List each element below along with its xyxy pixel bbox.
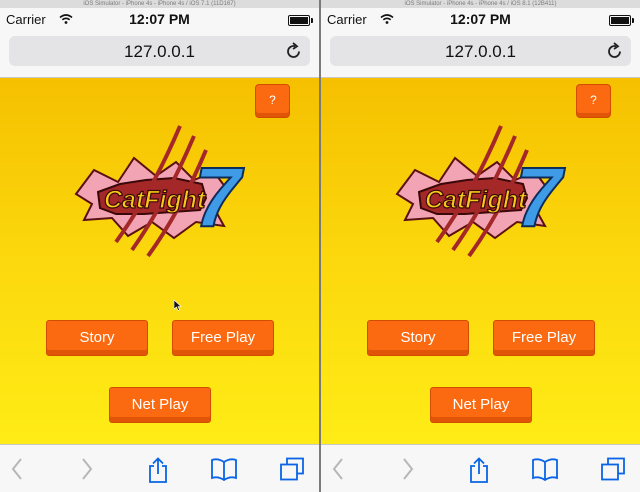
- story-button[interactable]: Story: [367, 320, 469, 356]
- net-play-button[interactable]: Net Play: [430, 387, 532, 423]
- battery-icon: [609, 15, 634, 26]
- free-play-button[interactable]: Free Play: [493, 320, 595, 356]
- tabs-icon[interactable]: [600, 457, 626, 481]
- status-bar: Carrier 12:07 PM: [0, 8, 319, 30]
- logo-text: CatFight: [104, 186, 207, 214]
- safari-nav-bar: 127.0.0.1: [321, 30, 640, 78]
- reload-icon[interactable]: [286, 42, 302, 60]
- share-icon[interactable]: [468, 457, 490, 483]
- forward-icon[interactable]: [80, 457, 94, 481]
- simulator-title: iOS Simulator - iPhone 4s - iPhone 4s / …: [321, 0, 640, 8]
- forward-icon[interactable]: [401, 457, 415, 481]
- free-play-button[interactable]: Free Play: [172, 320, 274, 356]
- simulator-title: iOS Simulator - iPhone 4s - iPhone 4s / …: [0, 0, 319, 8]
- mouse-cursor-icon: [174, 300, 182, 311]
- help-button[interactable]: ?: [576, 84, 611, 118]
- safari-toolbar: [321, 444, 640, 492]
- url-text: 127.0.0.1: [124, 42, 195, 61]
- address-bar[interactable]: 127.0.0.1: [9, 36, 310, 66]
- bookmarks-icon[interactable]: [210, 457, 238, 481]
- tabs-icon[interactable]: [279, 457, 305, 481]
- safari-nav-bar: 127.0.0.1: [0, 30, 319, 78]
- status-time: 12:07 PM: [129, 11, 190, 27]
- address-bar[interactable]: 127.0.0.1: [330, 36, 631, 66]
- bookmarks-icon[interactable]: [531, 457, 559, 481]
- share-icon[interactable]: [147, 457, 169, 483]
- back-icon[interactable]: [10, 457, 24, 481]
- net-play-button[interactable]: Net Play: [109, 387, 211, 423]
- back-icon[interactable]: [331, 457, 345, 481]
- status-time: 12:07 PM: [450, 11, 511, 27]
- catfight-7-logo: CatFight 7: [74, 125, 245, 258]
- status-bar: Carrier 12:07 PM: [321, 8, 640, 30]
- story-button[interactable]: Story: [46, 320, 148, 356]
- url-text: 127.0.0.1: [445, 42, 516, 61]
- catfight-7-logo: CatFight 7: [395, 125, 566, 258]
- simulator-window-ios8: iOS Simulator - iPhone 4s - iPhone 4s / …: [321, 0, 640, 492]
- battery-icon: [288, 15, 313, 26]
- game-screen: ? CatFight 7 Story Free Play Net Play: [321, 78, 640, 444]
- help-button[interactable]: ?: [255, 84, 290, 118]
- safari-toolbar: [0, 444, 319, 492]
- game-screen: ? CatFight 7 Story Free Play Net Play: [0, 78, 319, 444]
- simulator-window-ios7: iOS Simulator - iPhone 4s - iPhone 4s / …: [0, 0, 319, 492]
- reload-icon[interactable]: [607, 42, 623, 60]
- logo-text: CatFight: [425, 186, 528, 214]
- logo-number: 7: [515, 150, 565, 244]
- logo-number: 7: [194, 150, 244, 244]
